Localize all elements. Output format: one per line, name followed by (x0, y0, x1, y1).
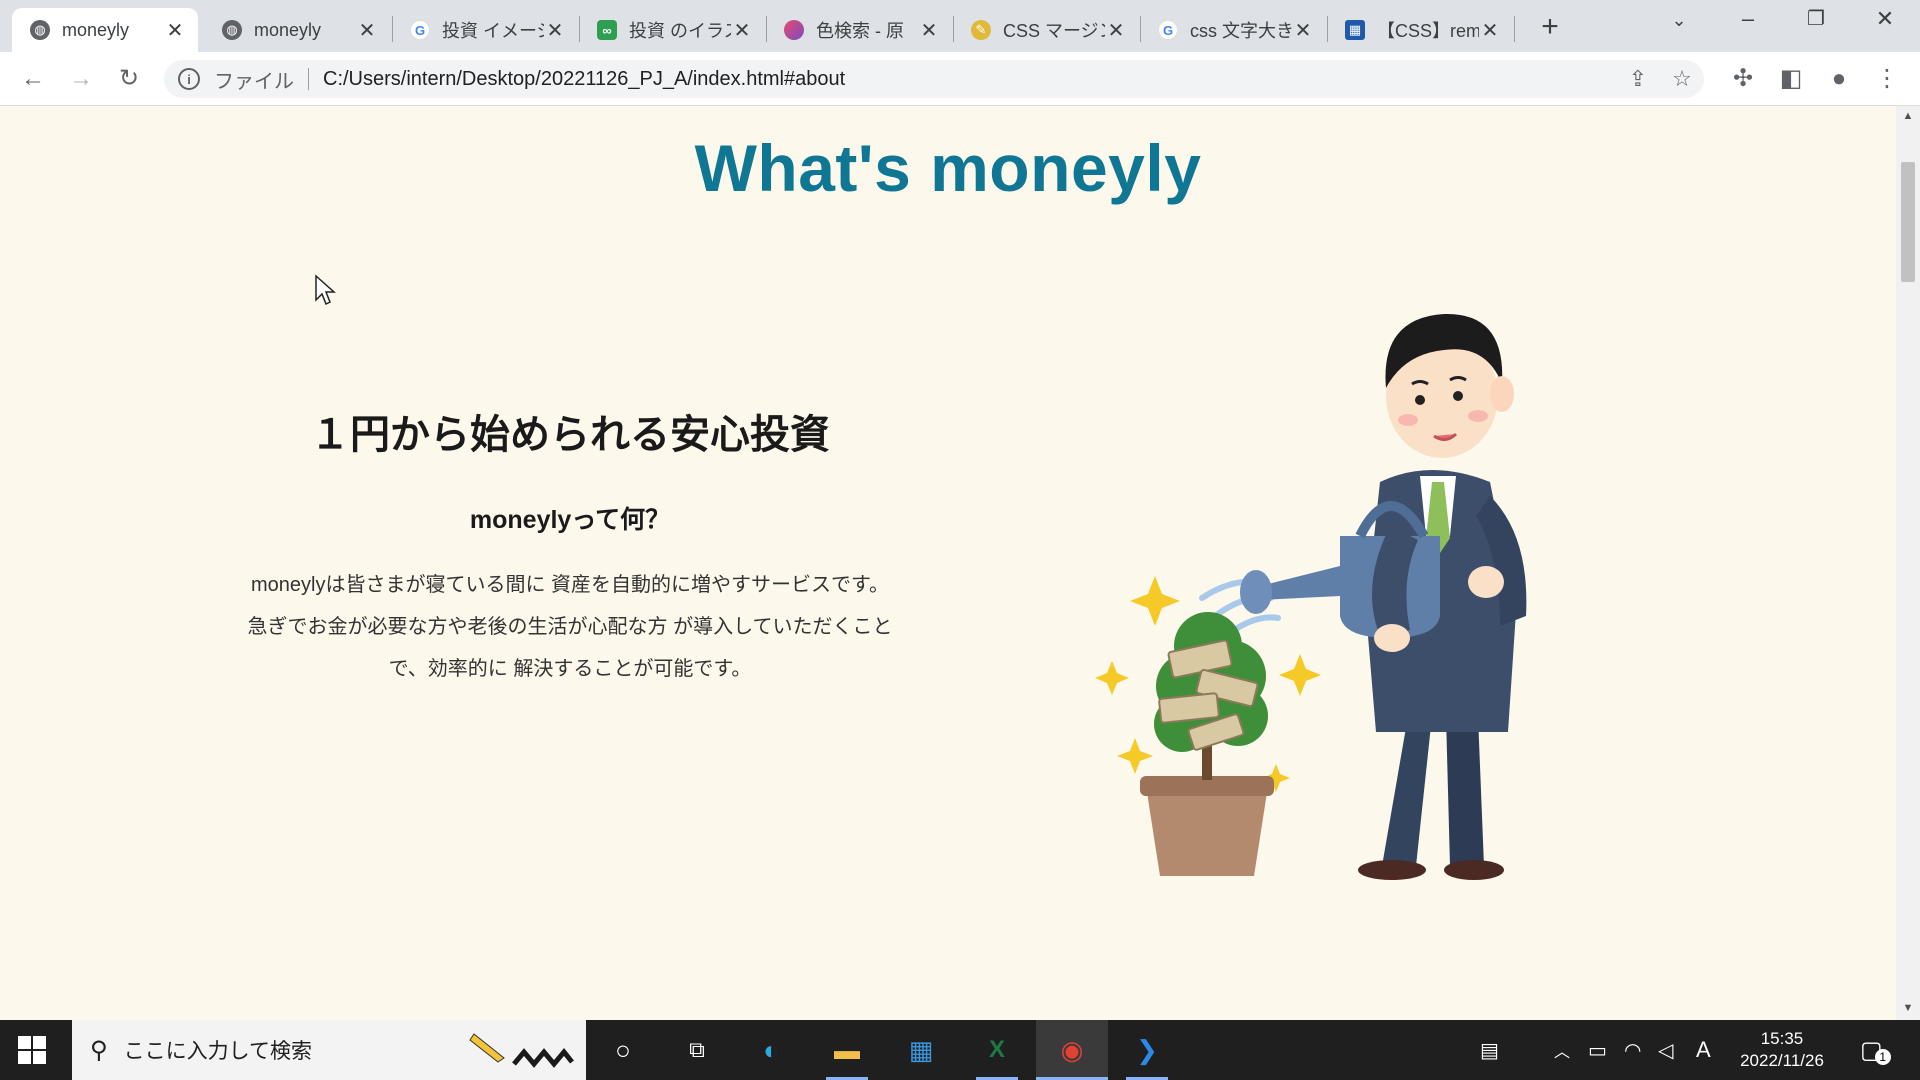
pen-scribble-icon (469, 1033, 574, 1068)
tab-strip: ◍ moneyly ✕ ◍ moneyly ✕ G 投資 イメージ ✕ ∞ 投資… (0, 0, 1920, 52)
browser-toolbar: ← → ↻ i ファイル C:/Users/intern/Desktop/202… (0, 52, 1920, 106)
search-placeholder: ここに入力して検索 (123, 1040, 312, 1063)
wifi-icon[interactable]: ◠ (1624, 1020, 1641, 1080)
tab-color-search[interactable]: 色検索 - 原 ✕ (766, 8, 952, 52)
man-watering-money-tree-illustration (1095, 313, 1527, 880)
edge-browser-icon[interactable]: ◐ (750, 1030, 792, 1070)
tab-title: moneyly (62, 19, 130, 40)
about-body-line: moneylyは皆さまが寝ている間に 資産を自動的に増やすサービスです。 (250, 574, 890, 596)
tab-irasutoya[interactable]: ∞ 投資 のイラス ✕ (579, 8, 765, 52)
tab-css-font-size[interactable]: G css 文字大き ✕ (1140, 8, 1326, 52)
google-icon: G (1158, 20, 1178, 40)
taskbar-clock[interactable]: 15:35 2022/11/26 (1712, 1028, 1852, 1072)
excel-icon[interactable]: X (976, 1030, 1018, 1070)
profile-avatar-icon[interactable]: ● (1822, 62, 1856, 96)
close-window-icon[interactable]: ✕ (1870, 6, 1900, 32)
tab-title: CSS マージン (1003, 21, 1105, 41)
grid-site-icon: ▦ (1345, 20, 1365, 40)
search-icon: ⚲ (90, 1036, 108, 1064)
scroll-down-arrow-icon[interactable]: ▼ (1896, 1002, 1920, 1014)
windows-start-icon[interactable] (18, 1036, 46, 1064)
tab-moneyly[interactable]: ◍ moneyly ✕ (204, 8, 390, 52)
scroll-up-arrow-icon[interactable]: ▲ (1896, 110, 1920, 122)
url-text[interactable]: C:/Users/intern/Desktop/20221126_PJ_A/in… (323, 68, 1616, 91)
new-tab-button[interactable]: + (1535, 10, 1565, 44)
share-icon[interactable]: ⇪ (1616, 66, 1660, 92)
news-widget-icon[interactable]: ▤ (1480, 1020, 1499, 1080)
menu-kebab-icon[interactable]: ⋮ (1870, 62, 1904, 96)
tab-investment-image[interactable]: G 投資 イメージ ✕ (392, 8, 578, 52)
globe-icon: ◍ (30, 20, 50, 40)
volume-icon[interactable]: ◁ (1658, 1020, 1673, 1080)
web-page: What's moneyly １円から始められる安心投資 moneylyって何？… (0, 106, 1896, 1020)
color-search-icon (784, 20, 804, 40)
task-view-icon[interactable]: ⧉ (676, 1030, 718, 1070)
forward-icon[interactable]: → (64, 62, 98, 96)
clock-date: 2022/11/26 (1740, 1051, 1824, 1070)
close-tab-icon[interactable]: ✕ (1105, 18, 1127, 43)
irasutoya-icon: ∞ (597, 20, 617, 40)
page-scrollbar[interactable]: ▲ ▼ (1896, 106, 1920, 1020)
mouse-cursor-icon (315, 274, 336, 306)
tray-overflow-chevron-icon[interactable]: ︿ (1554, 1020, 1570, 1080)
bookmark-star-icon[interactable]: ☆ (1660, 66, 1704, 92)
notification-center-icon[interactable]: ▢ 1 (1860, 1020, 1891, 1080)
back-icon[interactable]: ← (16, 62, 50, 96)
battery-icon[interactable]: ▭ (1588, 1020, 1607, 1080)
about-body: moneylyは皆さまが寝ている間に 資産を自動的に増やすサービスです。 急ぎで… (220, 564, 920, 690)
notification-count-badge: 1 (1874, 1049, 1891, 1065)
about-body-line: 急ぎでお金が必要な方や老後の生活が心配な方 が導入していただくこと (247, 616, 893, 638)
close-tab-icon[interactable]: ✕ (1479, 18, 1501, 43)
tab-css-rem[interactable]: ▦ 【CSS】rem ✕ (1327, 8, 1513, 52)
tab-search-icon[interactable]: ⌄ (1664, 10, 1694, 31)
tab-title: 色検索 - 原 (816, 21, 904, 41)
clock-time: 15:35 (1760, 1029, 1804, 1048)
globe-icon: ◍ (222, 20, 242, 40)
extensions-icon[interactable]: ✣ (1726, 62, 1760, 96)
tab-title: moneyly (254, 19, 322, 40)
file-explorer-icon[interactable]: ▬ (826, 1030, 868, 1070)
address-bar[interactable]: i ファイル C:/Users/intern/Desktop/20221126_… (164, 60, 1704, 98)
reload-icon[interactable]: ↻ (112, 62, 146, 96)
site-info-icon[interactable]: i (178, 68, 200, 90)
css-site-icon: ✎ (971, 20, 991, 40)
tab-title: 投資 イメージ (442, 21, 544, 41)
taskbar-search-box[interactable]: ⚲ ここに入力して検索 (72, 1020, 586, 1080)
close-tab-icon[interactable]: ✕ (544, 18, 566, 43)
close-tab-icon[interactable]: ✕ (1292, 18, 1314, 43)
tab-title: css 文字大き (1190, 21, 1292, 41)
tab-divider (1514, 16, 1515, 42)
close-tab-icon[interactable]: ✕ (918, 18, 940, 43)
microsoft-store-icon[interactable]: ▦ (900, 1030, 942, 1070)
tab-css-margin[interactable]: ✎ CSS マージン ✕ (953, 8, 1139, 52)
chrome-icon[interactable]: ◉ (1036, 1020, 1108, 1080)
tab-title: 【CSS】rem (1377, 21, 1479, 41)
tab-title: 投資 のイラス (629, 21, 731, 41)
about-subheading: moneylyって何？ (469, 506, 671, 534)
omnibox-divider (308, 68, 309, 90)
scrollbar-thumb[interactable] (1901, 162, 1915, 282)
google-icon: G (410, 20, 430, 40)
restore-icon[interactable]: ❐ (1801, 6, 1831, 31)
windows-taskbar: ⚲ ここに入力して検索 ○ ⧉ ◐ ▬ ▦ X ◉ ❯ ▤ ︿ ▭ ◠ ◁ A … (0, 1020, 1920, 1080)
minimize-icon[interactable]: – (1733, 6, 1763, 32)
vscode-icon[interactable]: ❯ (1126, 1030, 1168, 1070)
file-scheme-label: ファイル (214, 70, 294, 93)
close-tab-icon[interactable]: ✕ (164, 18, 186, 43)
ime-indicator[interactable]: A (1696, 1020, 1711, 1080)
close-tab-icon[interactable]: ✕ (356, 18, 378, 43)
page-title: What's moneyly (694, 131, 1202, 205)
about-heading: １円から始められる安心投資 (310, 413, 830, 457)
close-tab-icon[interactable]: ✕ (731, 18, 753, 43)
tab-moneyly-active[interactable]: ◍ moneyly ✕ (12, 8, 198, 52)
about-body-line: で、効率的に 解決することが可能です。 (388, 658, 752, 680)
cortana-icon[interactable]: ○ (602, 1030, 644, 1070)
side-panel-icon[interactable]: ◧ (1774, 62, 1808, 96)
